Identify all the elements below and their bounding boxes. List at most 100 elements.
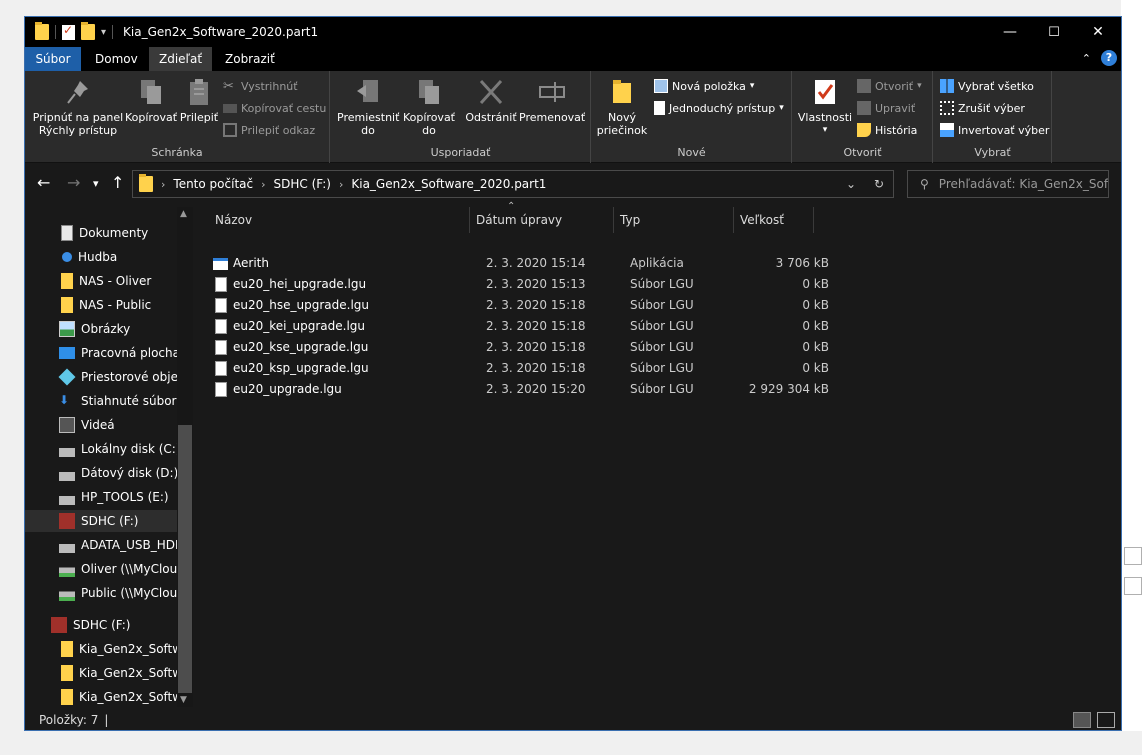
column-header-type[interactable]: Typ bbox=[613, 207, 734, 233]
sidebar-item[interactable]: Dátový disk (D:) bbox=[25, 462, 185, 484]
file-row[interactable]: eu20_hei_upgrade.lgu 2. 3. 2020 15:13 Súbo… bbox=[211, 274, 829, 295]
file-row[interactable]: eu20_upgrade.lgu 2. 3. 2020 15:20 Súbor LG… bbox=[211, 379, 829, 400]
search-box[interactable]: ⚲ Prehľadávať: Kia_Gen2x_Soft... bbox=[907, 170, 1109, 198]
paste-button[interactable]: Prilepiť bbox=[179, 77, 219, 124]
sidebar-item-label: Public (\\MyCloud bbox=[81, 586, 185, 600]
sidebar-item[interactable]: ADATA_USB_HDD ( bbox=[25, 534, 185, 556]
file-row[interactable]: Aerith 2. 3. 2020 15:14 Aplikácia 3 706 kB bbox=[211, 253, 829, 274]
sidebar-item[interactable]: Priestorové objekty bbox=[25, 366, 185, 388]
file-size: 0 kB bbox=[802, 277, 829, 291]
close-button[interactable]: ✕ bbox=[1075, 17, 1121, 47]
forward-button[interactable]: → bbox=[67, 173, 80, 192]
column-header-size[interactable]: Veľkosť bbox=[733, 207, 814, 233]
open-button[interactable]: Otvoriť ▾ bbox=[857, 77, 922, 95]
tab-home[interactable]: Domov bbox=[85, 47, 148, 71]
breadcrumb-separator[interactable]: › bbox=[339, 178, 343, 191]
help-icon[interactable]: ? bbox=[1101, 50, 1117, 66]
address-bar[interactable]: › Tento počítač › SDHC (F:) › Kia_Gen2x_… bbox=[132, 170, 894, 198]
file-size: 0 kB bbox=[802, 298, 829, 312]
breadcrumb-current-folder[interactable]: Kia_Gen2x_Software_2020.part1 bbox=[351, 177, 546, 191]
network-drive-icon bbox=[59, 561, 75, 577]
tab-view[interactable]: Zobraziť bbox=[215, 47, 285, 71]
sidebar-item[interactable]: Hudba bbox=[25, 246, 185, 268]
tab-file[interactable]: Súbor bbox=[25, 47, 81, 71]
invert-selection-button[interactable]: Invertovať výber bbox=[940, 121, 1049, 139]
rename-button[interactable]: Premenovať bbox=[519, 77, 585, 124]
copy-button[interactable]: Kopírovať bbox=[125, 77, 177, 124]
maximize-button[interactable]: ☐ bbox=[1031, 17, 1077, 47]
file-row[interactable]: eu20_ksp_upgrade.lgu 2. 3. 2020 15:18 Súbo… bbox=[211, 358, 829, 379]
up-button[interactable]: ↑ bbox=[111, 173, 124, 192]
sidebar-item[interactable]: Oliver (\\MyCloud bbox=[25, 558, 185, 580]
new-folder-button[interactable]: Nový priečinok bbox=[594, 77, 650, 137]
address-history-icon[interactable]: ⌄ bbox=[837, 177, 865, 191]
chevron-down-icon: ▾ bbox=[917, 81, 922, 91]
back-button[interactable]: ← bbox=[37, 173, 50, 192]
3d-objects-icon bbox=[58, 368, 76, 386]
sidebar-item[interactable]: NAS - Public bbox=[25, 294, 185, 316]
details-view-icon[interactable] bbox=[1073, 712, 1091, 728]
customize-toolbar-icon[interactable]: ▾ bbox=[101, 27, 106, 38]
scissors-icon: ✂ bbox=[223, 79, 234, 94]
sidebar-item[interactable]: SDHC (F:) bbox=[25, 510, 185, 532]
file-row[interactable]: eu20_hse_upgrade.lgu 2. 3. 2020 15:18 Súbo… bbox=[211, 295, 829, 316]
downloads-icon: ⬇ bbox=[59, 393, 70, 407]
sidebar-item[interactable]: HP_TOOLS (E:) bbox=[25, 486, 185, 508]
folder-icon bbox=[61, 273, 73, 289]
select-none-button[interactable]: Zrušiť výber bbox=[940, 99, 1025, 117]
edit-button[interactable]: Upraviť bbox=[857, 99, 915, 117]
sidebar-item[interactable]: Kia_Gen2x_Softwar bbox=[25, 638, 185, 660]
file-row[interactable]: eu20_kei_upgrade.lgu 2. 3. 2020 15:18 Súbo… bbox=[211, 316, 829, 337]
new-folder-icon[interactable] bbox=[81, 22, 95, 40]
cut-label: Vystrihnúť bbox=[241, 79, 298, 93]
column-header-name[interactable]: Názov bbox=[208, 207, 470, 233]
clipboard-group-label: Schránka bbox=[151, 146, 203, 159]
desktop-icon bbox=[59, 347, 75, 359]
sidebar-item[interactable]: Public (\\MyCloud bbox=[25, 582, 185, 604]
collapse-ribbon-icon[interactable]: ⌃ bbox=[1082, 52, 1091, 65]
recent-locations-icon[interactable]: ▾ bbox=[93, 177, 99, 190]
delete-button[interactable]: Odstrániť bbox=[463, 77, 519, 124]
easy-access-button[interactable]: Jednoduchý prístup ▾ bbox=[654, 99, 784, 117]
sidebar-item[interactable]: Obrázky bbox=[25, 318, 185, 340]
sidebar-item[interactable]: Pracovná plocha bbox=[25, 342, 185, 364]
refresh-icon[interactable]: ↻ bbox=[865, 177, 893, 191]
properties-icon[interactable] bbox=[62, 23, 75, 40]
tab-share[interactable]: Zdieľať bbox=[149, 47, 213, 71]
file-row[interactable]: eu20_kse_upgrade.lgu 2. 3. 2020 15:18 Súbo… bbox=[211, 337, 829, 358]
column-header-date[interactable]: Dátum úpravy bbox=[469, 207, 614, 233]
scroll-up-icon[interactable]: ▲ bbox=[180, 209, 187, 219]
pin-quick-access-button[interactable]: Pripnúť na panel Rýchly prístup bbox=[31, 77, 125, 137]
sidebar-item[interactable]: SDHC (F:) bbox=[25, 614, 185, 636]
history-button[interactable]: História bbox=[857, 121, 917, 139]
sidebar-item-label: Hudba bbox=[78, 250, 118, 264]
file-type: Súbor LGU bbox=[630, 298, 694, 312]
sidebar-item[interactable]: ⬇ Stiahnuté súbory bbox=[25, 390, 185, 412]
sidebar-item[interactable]: Videá bbox=[25, 414, 185, 436]
breadcrumb-separator[interactable]: › bbox=[261, 178, 265, 191]
select-all-button[interactable]: Vybrať všetko bbox=[940, 77, 1034, 95]
large-icons-view-icon[interactable] bbox=[1097, 712, 1115, 728]
history-label: História bbox=[875, 123, 918, 137]
paste-shortcut-button[interactable]: Prilepiť odkaz bbox=[223, 121, 315, 139]
sidebar-item[interactable]: Lokálny disk (C:) bbox=[25, 438, 185, 460]
scrollbar-thumb[interactable] bbox=[178, 425, 192, 693]
copy-path-button[interactable]: Kopírovať cestu bbox=[223, 99, 326, 117]
minimize-button[interactable]: — bbox=[987, 17, 1033, 47]
move-to-button[interactable]: Premiestniť do bbox=[337, 77, 399, 137]
cut-button[interactable]: ✂ Vystrihnúť bbox=[223, 77, 298, 95]
file-icon bbox=[215, 277, 227, 292]
pictures-icon bbox=[59, 321, 75, 337]
new-item-button[interactable]: Nová položka ▾ bbox=[654, 77, 754, 95]
sidebar-item[interactable]: Dokumenty bbox=[25, 222, 185, 244]
ribbon: Pripnúť na panel Rýchly prístup Kopírova… bbox=[25, 71, 1121, 163]
sidebar-item[interactable]: Kia_Gen2x_Softwar bbox=[25, 686, 185, 708]
copy-to-button[interactable]: Kopírovať do bbox=[399, 77, 459, 137]
properties-button[interactable]: Vlastnosti ▾ bbox=[795, 77, 855, 137]
sidebar-item[interactable]: NAS - Oliver bbox=[25, 270, 185, 292]
file-name: eu20_ksp_upgrade.lgu bbox=[233, 361, 369, 375]
breadcrumb-this-pc[interactable]: Tento počítač bbox=[173, 177, 253, 191]
sidebar-item[interactable]: Kia_Gen2x_Softwar bbox=[25, 662, 185, 684]
breadcrumb-sdhc[interactable]: SDHC (F:) bbox=[274, 177, 331, 191]
scroll-down-icon[interactable]: ▼ bbox=[180, 695, 187, 705]
